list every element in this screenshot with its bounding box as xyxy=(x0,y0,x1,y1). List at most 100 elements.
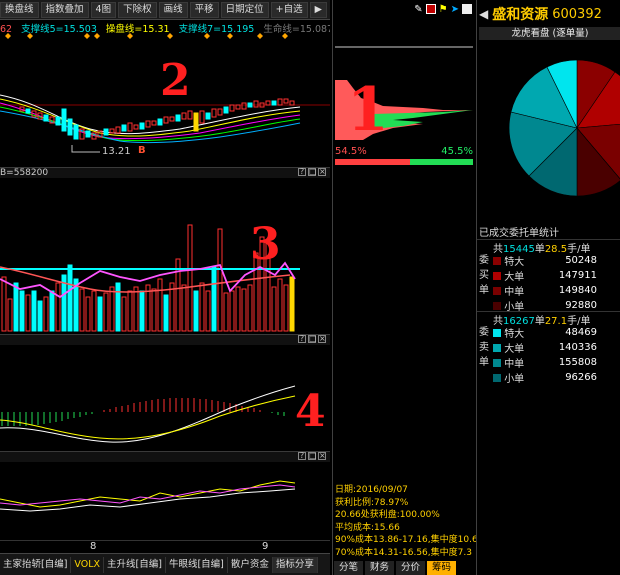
macd-histogram xyxy=(1,398,285,426)
chip-date: 日期:2016/09/07 xyxy=(335,485,408,495)
volume-bar xyxy=(127,290,133,332)
macd-chart: 4 xyxy=(0,385,326,443)
tab-main-sedan[interactable]: 主家抬轿[自编] xyxy=(0,556,72,573)
candle xyxy=(253,100,259,108)
volume-bar xyxy=(229,290,235,332)
volume-bar xyxy=(55,282,61,332)
candle xyxy=(157,118,163,126)
marker-diamond xyxy=(127,33,133,39)
order-pie-chart xyxy=(508,59,620,197)
volume-bar xyxy=(103,292,109,332)
candle xyxy=(121,124,127,132)
marker-diamond xyxy=(5,33,11,39)
chip-red-icon[interactable] xyxy=(425,4,436,14)
candle xyxy=(187,110,193,120)
candle xyxy=(145,120,151,128)
chip-info: 日期:2016/09/07 获利比例:78.97% 20.66处获利盘:100.… xyxy=(335,484,477,559)
marker-diamond xyxy=(94,33,100,39)
legend-operate-line: 操盘线=15.31 xyxy=(105,24,170,33)
panel-window-controls: ? □ × xyxy=(298,168,326,176)
volume-bar xyxy=(217,228,223,332)
tab-chips[interactable]: 筹码 xyxy=(427,561,457,575)
candle xyxy=(139,122,145,130)
toolbar-exright[interactable]: 下除权 xyxy=(118,1,157,18)
volume-chart: 3 xyxy=(0,219,300,332)
table-row: 中单 149840 xyxy=(491,283,599,298)
tab-finance[interactable]: 财务 xyxy=(365,561,395,575)
maximize-icon[interactable]: □ xyxy=(308,168,317,176)
tab-indicator-share[interactable]: 指标分享 xyxy=(272,556,318,573)
maximize-icon[interactable]: □ xyxy=(308,452,317,460)
toolbar-add-favorite[interactable]: +自选 xyxy=(270,1,308,18)
loss-percent: 45.5% xyxy=(441,146,473,157)
tab-tick[interactable]: 分笔 xyxy=(334,561,364,575)
stock-header: ◀ 盛和资源 600392 xyxy=(479,5,620,24)
maximize-icon[interactable]: □ xyxy=(308,335,317,343)
back-arrow-icon[interactable]: ◀ xyxy=(479,7,488,21)
marker-diamond xyxy=(167,33,173,39)
marker-diamond xyxy=(257,33,263,39)
sell-summary: 共16267单27.1手/单 xyxy=(493,316,591,327)
volume-bar xyxy=(139,290,145,332)
macd-panel-header: ? □ × xyxy=(0,334,330,345)
stock-code: 600392 xyxy=(552,6,602,22)
table-row: 大单 140336 xyxy=(491,340,599,355)
table-row: 中单 155808 xyxy=(491,355,599,370)
candle xyxy=(247,102,253,108)
tab-bull-eye[interactable]: 牛眼线[自编] xyxy=(166,556,228,573)
volume-bar xyxy=(277,278,283,332)
toolbar-switch-line[interactable]: 换盘线 xyxy=(0,1,39,18)
tab-retail-funds[interactable]: 散户资金 xyxy=(228,556,273,573)
volume-bar xyxy=(121,296,127,332)
candle xyxy=(241,102,247,110)
candle xyxy=(133,124,139,130)
volume-bar xyxy=(289,276,295,332)
tab-price-split[interactable]: 分价 xyxy=(396,561,426,575)
toolbar-draw-line[interactable]: 画线 xyxy=(158,1,188,18)
close-icon[interactable]: × xyxy=(318,168,326,176)
toolbar-index-overlay[interactable]: 指数叠加 xyxy=(40,1,89,18)
arrow-icon[interactable]: ➤ xyxy=(451,4,459,15)
volume-bar xyxy=(49,290,55,332)
chip-distribution-panel: ✎ ⚑ ➤ 1 54.5% 45.5% 日期:2016/09/07 获利比例:7… xyxy=(332,0,477,575)
candle xyxy=(61,108,67,132)
toolbar-four-charts[interactable]: 4图 xyxy=(90,1,117,18)
volume-legend: B=558200 xyxy=(0,168,49,178)
help-icon[interactable]: ? xyxy=(298,168,306,176)
volume-bar xyxy=(7,298,13,332)
candle xyxy=(163,116,169,124)
buy-signal-label: B xyxy=(138,145,146,156)
flag-icon[interactable]: ⚑ xyxy=(439,4,448,15)
stats-title: 已成交委托单统计 xyxy=(479,228,559,239)
volume-bar xyxy=(31,290,37,332)
chip-tabs: 分笔 财务 分价 筹码 xyxy=(334,561,474,575)
help-icon[interactable]: ? xyxy=(298,335,306,343)
toolbar-next-arrow[interactable]: ▶ xyxy=(309,1,327,18)
volume-bar xyxy=(163,294,169,332)
candle xyxy=(115,126,121,134)
chart-toolbar: 换盘线 指数叠加 4图 下除权 画线 平移 日期定位 +自选 ▶ xyxy=(0,0,330,20)
candle xyxy=(181,112,187,120)
volume-bar xyxy=(43,296,49,332)
toolbar-pan[interactable]: 平移 xyxy=(189,1,219,18)
tab-main-rise[interactable]: 主升线[自编] xyxy=(104,556,166,573)
pen-icon[interactable]: ✎ xyxy=(414,4,422,15)
close-icon[interactable]: × xyxy=(318,335,326,343)
close-icon[interactable]: × xyxy=(318,452,326,460)
toolbar-date-locate[interactable]: 日期定位 xyxy=(220,1,269,18)
volume-bar xyxy=(13,282,19,332)
sell-orders-table: 特大 48469 大单 140336 中单 155808 小单 96266 xyxy=(491,325,599,385)
volume-bar xyxy=(235,286,241,332)
tab-volx[interactable]: VOLX xyxy=(71,556,105,573)
volume-bar xyxy=(247,284,253,332)
doc-icon[interactable] xyxy=(462,4,472,14)
candle xyxy=(169,116,175,122)
help-icon[interactable]: ? xyxy=(298,452,306,460)
volume-bar xyxy=(151,288,157,332)
candle xyxy=(127,122,133,132)
volume-bar xyxy=(115,282,121,332)
volume-bar xyxy=(25,294,31,332)
candle xyxy=(73,124,79,140)
candle xyxy=(271,100,277,106)
candle xyxy=(283,98,289,104)
